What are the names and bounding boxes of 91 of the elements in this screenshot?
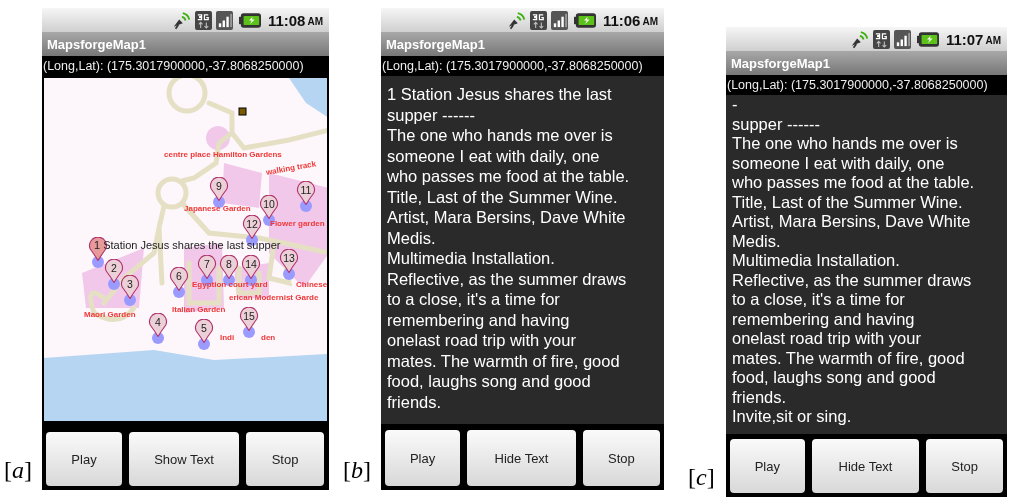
coordinates-text: (Long,Lat): (175.3017900000,-37.8068250000) (382, 59, 643, 73)
text-line: onelast road trip with your (732, 329, 922, 349)
map-pin[interactable]: 14 (241, 255, 261, 279)
map-label: erican Modernist Garde (229, 293, 319, 302)
action-button[interactable]: Stop (926, 439, 1003, 493)
map-pin[interactable]: 15 (239, 307, 259, 331)
map-pin[interactable]: 7 (197, 255, 217, 279)
map-pin[interactable]: 3 (120, 275, 140, 299)
text-line: The one who hands me over is (732, 134, 959, 154)
network-3g-icon (529, 10, 547, 30)
signal-icon (550, 10, 568, 30)
text-line: to a close, it's a time for (387, 289, 561, 310)
app-title: MapsforgeMap1 (386, 36, 485, 52)
network-3g-icon (872, 29, 890, 49)
text-line: supper ------ (732, 114, 821, 134)
app-title: MapsforgeMap1 (731, 55, 830, 71)
action-button[interactable]: Play (730, 439, 805, 493)
map-pin[interactable]: 6 (169, 267, 189, 291)
map-label: Egyption court yard (192, 280, 268, 289)
text-line: who passes me food at the table. (387, 166, 631, 187)
text-line: Title, Last of the Summer Wine. (732, 192, 964, 212)
text-line: remembering and having (387, 309, 571, 330)
panel-label: [b] (343, 457, 372, 484)
text-line: friends. (732, 387, 788, 407)
map-pin[interactable]: 13 (279, 249, 299, 273)
text-line: remembering and having (732, 309, 916, 329)
map-pin[interactable]: 9 (209, 177, 229, 201)
clock-time: 11:06 (602, 11, 641, 29)
text-line: Invite,sit or sing. (732, 407, 853, 427)
map-label: den (261, 333, 276, 342)
text-line: Title, Last of the Summer Wine. (387, 186, 619, 207)
text-line: mates. The warmth of fire, good (387, 350, 621, 371)
text-line: someone I eat with daily, one (732, 153, 946, 173)
map-label: walking track (265, 159, 317, 177)
text-line: supper ------ (387, 104, 476, 125)
battery-icon (238, 11, 261, 29)
text-line: The one who hands me over is (387, 125, 614, 146)
panel-label: [c] (688, 464, 716, 491)
clock-time: 11:07 (945, 30, 984, 48)
text-line: Multimedia Installation. (387, 248, 556, 269)
action-button[interactable]: Hide Text (467, 430, 576, 486)
map-pin[interactable]: 5 (194, 319, 214, 343)
map-label: Italian Garden (172, 305, 226, 314)
map-pin[interactable]: 8 (219, 255, 239, 279)
text-line: Medis. (387, 227, 437, 248)
map-pin[interactable]: 12 (242, 215, 262, 239)
map-pin[interactable]: 4 (148, 313, 168, 337)
action-button[interactable]: Stop (582, 430, 660, 486)
map-label: centre place Hamilton Gardens (164, 150, 282, 159)
signal-icon (215, 10, 233, 30)
text-line: Reflective, as the summer draws (732, 270, 973, 290)
app-title: MapsforgeMap1 (47, 36, 146, 52)
map-label: Maori Garden (84, 310, 136, 319)
text-line: mates. The warmth of fire, good (732, 348, 966, 368)
clock-time: 11:08 (267, 11, 306, 29)
battery-icon (916, 30, 939, 48)
text-line: onelast road trip with your (387, 330, 577, 351)
text-line: to a close, it's a time for (732, 290, 906, 310)
text-line: 1 Station Jesus shares the last (387, 84, 613, 105)
map-pin[interactable]: 11 (296, 181, 316, 205)
action-button[interactable]: Hide Text (811, 439, 920, 493)
battery-icon (573, 11, 596, 29)
action-button[interactable]: Play (46, 432, 122, 486)
action-button[interactable]: Stop (246, 432, 324, 486)
text-line: Artist, Mara Bersins, Dave White (732, 212, 972, 232)
text-line: food, laughs song and good (387, 371, 592, 392)
clock-am-pm: AM (307, 16, 323, 27)
text-line: someone I eat with daily, one (387, 145, 601, 166)
text-line: who passes me food at the table. (732, 173, 976, 193)
signal-icon (893, 29, 911, 49)
text-line: Multimedia Installation. (732, 251, 901, 271)
clock-am-pm: AM (642, 16, 658, 27)
panel-label: [a] (4, 457, 33, 484)
coordinates-text: (Long,Lat): (175.3017900000,-37.8068250000) (43, 59, 304, 73)
text-line: friends. (387, 391, 443, 412)
text-line: - (732, 95, 739, 115)
text-line: Medis. (732, 231, 782, 251)
text-line: Reflective, as the summer draws (387, 268, 628, 289)
map-label: Chinese (296, 280, 327, 289)
map-label: Flower garden (270, 219, 325, 228)
network-3g-icon (194, 10, 212, 30)
text-line: Artist, Mara Bersins, Dave White (387, 207, 627, 228)
coordinates-text: (Long,Lat): (175.3017900000,-37.8068250000) (727, 78, 988, 92)
text-line: food, laughs song and good (732, 368, 937, 388)
map-pin[interactable]: 10 (259, 195, 279, 219)
map-pin[interactable]: 2 (104, 259, 124, 283)
action-button[interactable]: Play (385, 430, 461, 486)
clock-am-pm: AM (985, 35, 1001, 46)
map-label: Indi (220, 333, 235, 342)
map-label: Japanese Garden (184, 204, 251, 213)
action-button[interactable]: Show Text (129, 432, 239, 486)
